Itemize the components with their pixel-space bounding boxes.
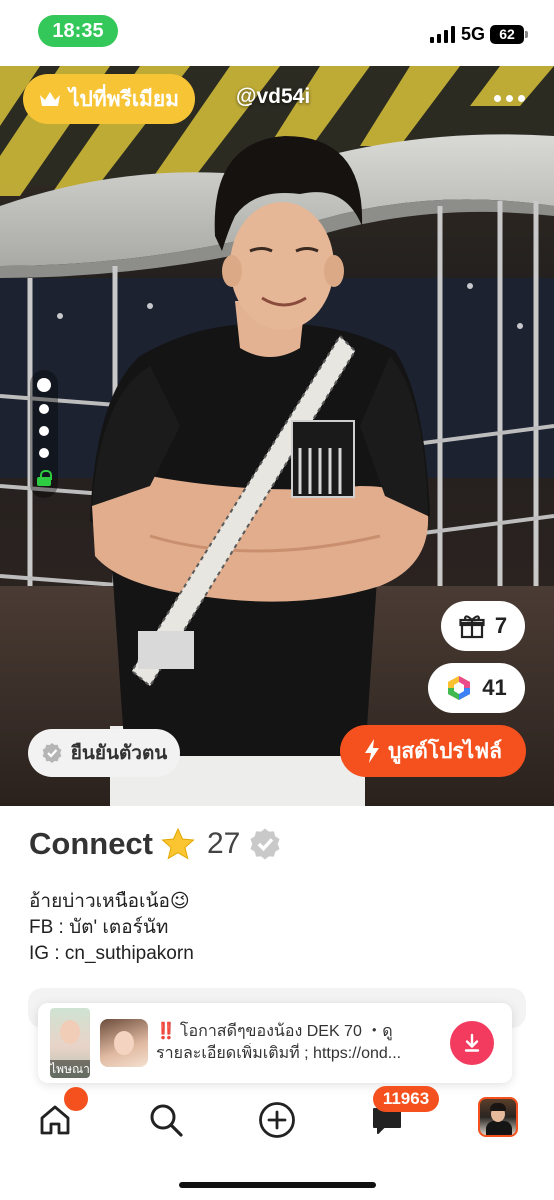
more-options-icon[interactable] xyxy=(494,90,534,106)
home-notification-dot xyxy=(64,1087,88,1111)
lock-icon xyxy=(37,470,52,486)
page-dot-active[interactable] xyxy=(37,378,51,392)
page-dot[interactable] xyxy=(39,404,49,414)
download-button[interactable] xyxy=(450,1021,494,1065)
page-dot[interactable] xyxy=(39,426,49,436)
gift-count-button[interactable]: 7 xyxy=(441,601,525,651)
nav-create[interactable] xyxy=(252,1095,302,1145)
photo-pager xyxy=(30,370,58,498)
network-type: 5G xyxy=(461,24,486,44)
star-icon xyxy=(161,828,195,860)
status-bar: 18:35 5G 62 xyxy=(0,0,554,66)
battery-icon: 62 xyxy=(490,25,528,44)
boost-label: บูสต์โปรไฟล์ xyxy=(388,739,502,763)
verified-badge-icon xyxy=(42,743,62,763)
hexagon-coin-icon xyxy=(448,676,471,700)
chat-unread-badge: 11963 xyxy=(373,1086,439,1112)
home-icon xyxy=(40,1105,70,1135)
clock: 18:35 xyxy=(38,15,118,47)
coin-count: 41 xyxy=(482,675,507,700)
profile-avatar[interactable] xyxy=(478,1097,518,1137)
bio-line: อ้ายบ่าวเหนือเน้อ😉 xyxy=(29,891,190,912)
profile-bio: อ้ายบ่าวเหนือเน้อ😉 FB : บัต' เตอร์นัท IG… xyxy=(29,889,194,967)
verify-identity-button[interactable]: ยืนยันตัวตน xyxy=(28,729,180,777)
crown-icon xyxy=(39,92,60,106)
gift-count: 7 xyxy=(494,613,508,638)
signal-icon xyxy=(430,26,455,43)
boost-profile-button[interactable]: บูสต์โปรไฟล์ xyxy=(340,725,526,777)
profile-photo[interactable]: ไปที่พรีเมียม @vd54i 7 41 ยืนยันตัวตน บู… xyxy=(0,66,554,806)
verified-badge-icon xyxy=(250,828,280,860)
verify-label: ยืนยันตัวตน xyxy=(70,743,168,764)
profile-age: 27 xyxy=(207,827,241,860)
story-thumbnail[interactable]: ไพษณา xyxy=(50,1008,90,1078)
bio-line: IG : cn_suthipakorn xyxy=(29,943,194,964)
notification-line-2: รายละเอียดเพิ่มเติมที่ ; https://ond... xyxy=(156,1045,402,1062)
premium-button[interactable]: ไปที่พรีเมียม xyxy=(23,74,195,124)
download-icon xyxy=(464,1033,480,1052)
username: @vd54i xyxy=(236,85,311,108)
page-dot[interactable] xyxy=(39,448,49,458)
notification-image xyxy=(100,1019,148,1067)
home-indicator xyxy=(179,1182,376,1188)
premium-label: ไปที่พรีเมียม xyxy=(68,87,180,111)
alert-icon: ‼️ xyxy=(156,1023,176,1040)
notification-banner[interactable]: ไพษณา ‼️ โอกาสดีๆของน้อง DEK 70 ・ดู รายละ… xyxy=(38,1003,512,1083)
notification-line-1: โอกาสดีๆของน้อง DEK 70 ・ดู xyxy=(179,1023,393,1040)
lightning-icon xyxy=(365,739,379,763)
profile-name: Connect xyxy=(29,826,153,861)
add-circle-icon xyxy=(259,1102,295,1138)
profile-name-row: Connect 27 xyxy=(29,826,282,862)
bio-line: FB : บัต' เตอร์นัท xyxy=(29,917,169,938)
notification-text: ‼️ โอกาสดีๆของน้อง DEK 70 ・ดู รายละเอียดเ… xyxy=(156,1021,446,1065)
coin-count-button[interactable]: 41 xyxy=(428,663,525,713)
search-icon xyxy=(150,1104,183,1137)
nav-search[interactable] xyxy=(141,1095,191,1145)
story-thumbnail-label: ไพษณา xyxy=(50,1060,90,1078)
gift-icon xyxy=(459,615,485,639)
